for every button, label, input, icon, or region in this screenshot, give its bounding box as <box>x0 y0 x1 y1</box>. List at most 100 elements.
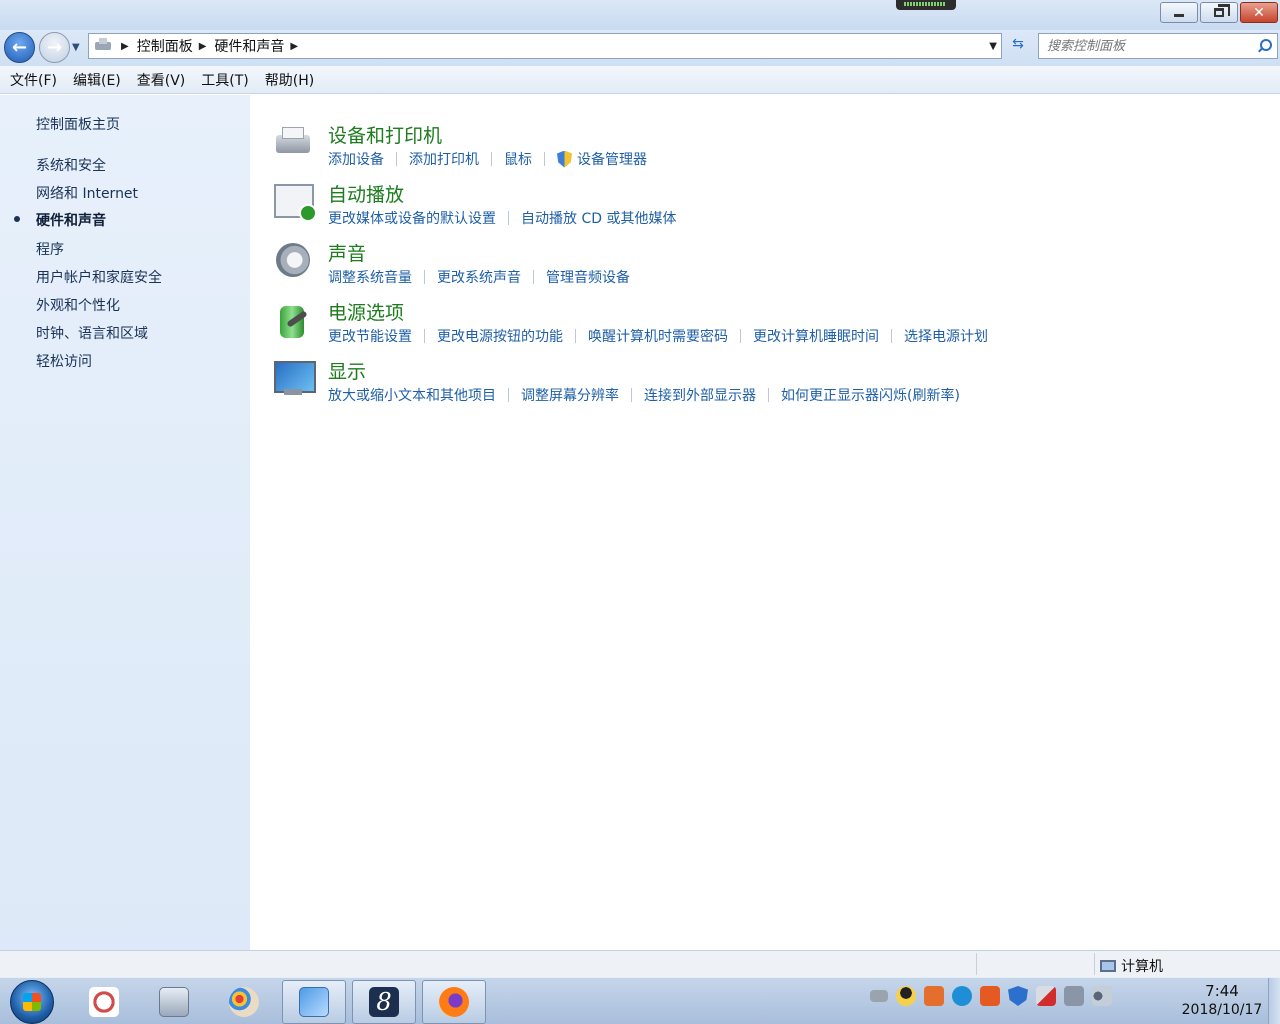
menu-file[interactable]: 文件(F) <box>2 70 65 90</box>
java-icon[interactable] <box>924 986 944 1006</box>
arrow-left-icon: ← <box>11 37 28 58</box>
menu-bar: 文件(F) 编辑(E) 查看(V) 工具(T) 帮助(H) <box>0 66 1280 94</box>
title-bar[interactable]: ✕ <box>0 0 1280 30</box>
search-input[interactable] <box>1047 38 1247 54</box>
recent-pages-dropdown[interactable]: ▼ <box>72 42 80 53</box>
link-divider <box>508 388 509 402</box>
speaker-icon[interactable] <box>272 239 314 281</box>
category-links: 调整系统音量 更改系统声音 管理音频设备 <box>328 267 630 287</box>
link-screen-resolution[interactable]: 调整屏幕分辨率 <box>521 385 619 405</box>
close-button[interactable]: ✕ <box>1240 2 1278 23</box>
breadcrumb-arrow-icon[interactable]: ▶ <box>121 41 129 52</box>
link-manage-audio-devices[interactable]: 管理音频设备 <box>546 267 630 287</box>
scissors-icon <box>89 987 119 1017</box>
sidebar-item-system-security[interactable]: 系统和安全 <box>36 155 106 175</box>
search-icon[interactable] <box>1257 39 1272 53</box>
link-add-printer[interactable]: 添加打印机 <box>409 149 479 169</box>
taskbar-snipping-tool[interactable] <box>72 980 136 1024</box>
status-divider <box>1094 953 1095 975</box>
link-change-sounds[interactable]: 更改系统声音 <box>437 267 521 287</box>
breadcrumb-arrow-icon[interactable]: ▶ <box>290 41 298 52</box>
link-text-size[interactable]: 放大或缩小文本和其他项目 <box>328 385 496 405</box>
category-title[interactable]: 自动播放 <box>328 180 404 207</box>
clock[interactable]: 7:44 2018/10/17 <box>1176 982 1268 1020</box>
taskbar-app-eight[interactable]: 8 <box>352 980 416 1024</box>
search-box[interactable] <box>1038 33 1278 59</box>
status-location-label: 计算机 <box>1121 959 1163 975</box>
clock-date: 2018/10/17 <box>1181 1002 1263 1018</box>
link-refresh-rate[interactable]: 如何更正显示器闪烁(刷新率) <box>781 385 960 405</box>
category-title[interactable]: 显示 <box>328 357 366 384</box>
menu-view[interactable]: 查看(V) <box>129 70 194 90</box>
breadcrumb-control-panel[interactable]: 控制面板 <box>137 36 193 56</box>
sidebar-item-home[interactable]: 控制面板主页 <box>36 114 120 134</box>
back-button[interactable]: ← <box>4 32 35 63</box>
link-power-button[interactable]: 更改电源按钮的功能 <box>437 326 563 346</box>
restore-button[interactable] <box>1200 2 1238 23</box>
keyboard-icon[interactable] <box>870 990 888 1002</box>
show-desktop-button[interactable] <box>1268 978 1280 1024</box>
link-divider <box>424 270 425 284</box>
caption-buttons: ✕ <box>1160 2 1278 23</box>
link-change-media-defaults[interactable]: 更改媒体或设备的默认设置 <box>328 208 496 228</box>
control-panel-icon <box>93 38 115 54</box>
link-wake-password[interactable]: 唤醒计算机时需要密码 <box>588 326 728 346</box>
sidebar-item-appearance[interactable]: 外观和个性化 <box>36 295 120 315</box>
refresh-button[interactable]: ⇆ <box>1006 36 1030 56</box>
xmind-icon[interactable] <box>980 986 1000 1006</box>
battery-icon[interactable] <box>272 298 314 340</box>
sidebar-item-clock-region[interactable]: 时钟、语言和区域 <box>36 323 148 343</box>
link-divider <box>491 152 492 166</box>
security-shield-icon[interactable] <box>1008 986 1028 1006</box>
system-tray <box>870 986 1112 1006</box>
teamviewer-icon[interactable] <box>952 986 972 1006</box>
link-adjust-volume[interactable]: 调整系统音量 <box>328 267 412 287</box>
taskbar-paint[interactable] <box>212 980 276 1024</box>
category-title[interactable]: 电源选项 <box>328 298 404 325</box>
link-divider <box>891 329 892 343</box>
link-device-manager[interactable]: 设备管理器 <box>577 149 647 169</box>
taskbar-calculator[interactable] <box>142 980 206 1024</box>
link-mouse[interactable]: 鼠标 <box>504 149 532 169</box>
computer-icon <box>1100 960 1116 972</box>
printer-icon[interactable] <box>272 121 314 163</box>
forward-button[interactable]: → <box>39 32 70 63</box>
link-divider <box>533 270 534 284</box>
link-divider <box>508 211 509 225</box>
category-title[interactable]: 声音 <box>328 239 366 266</box>
sidebar-item-programs[interactable]: 程序 <box>36 239 64 259</box>
eight-app-icon: 8 <box>369 987 399 1017</box>
category-title[interactable]: 设备和打印机 <box>328 121 442 148</box>
address-dropdown-icon[interactable]: ▼ <box>989 41 997 52</box>
sidebar-item-hardware-sound[interactable]: 硬件和声音 <box>36 210 106 230</box>
link-power-saving[interactable]: 更改节能设置 <box>328 326 412 346</box>
link-divider <box>544 152 545 166</box>
taskbar-control-panel[interactable] <box>282 980 346 1024</box>
menu-edit[interactable]: 编辑(E) <box>65 70 129 90</box>
link-add-device[interactable]: 添加设备 <box>328 149 384 169</box>
volume-icon[interactable] <box>1092 986 1112 1006</box>
link-sleep-time[interactable]: 更改计算机睡眠时间 <box>753 326 879 346</box>
autoplay-icon[interactable] <box>272 180 317 222</box>
sidebar-item-network[interactable]: 网络和 Internet <box>36 183 138 203</box>
breadcrumb-hardware-sound[interactable]: 硬件和声音 <box>214 36 284 56</box>
start-button[interactable] <box>10 980 54 1024</box>
menu-help[interactable]: 帮助(H) <box>257 70 322 90</box>
network-icon[interactable] <box>1064 986 1084 1006</box>
link-autoplay-cd[interactable]: 自动播放 CD 或其他媒体 <box>521 208 676 228</box>
category-links: 添加设备 添加打印机 鼠标 设备管理器 <box>328 149 647 169</box>
qq-penguin-icon[interactable] <box>896 986 916 1006</box>
address-bar[interactable]: ▶ 控制面板 ▶ 硬件和声音 ▶ ▼ <box>88 33 1002 59</box>
status-bar: 计算机 <box>0 950 1280 977</box>
sidebar-item-user-accounts[interactable]: 用户帐户和家庭安全 <box>36 267 162 287</box>
minimize-button[interactable] <box>1160 2 1198 23</box>
link-external-display[interactable]: 连接到外部显示器 <box>644 385 756 405</box>
taskbar-firefox[interactable] <box>422 980 486 1024</box>
category-links: 更改媒体或设备的默认设置 自动播放 CD 或其他媒体 <box>328 208 676 228</box>
breadcrumb-arrow-icon[interactable]: ▶ <box>199 41 207 52</box>
action-center-flag-icon[interactable] <box>1036 986 1056 1006</box>
monitor-icon[interactable] <box>272 357 316 399</box>
menu-tools[interactable]: 工具(T) <box>193 70 256 90</box>
sidebar-item-ease-of-access[interactable]: 轻松访问 <box>36 351 92 371</box>
link-power-plan[interactable]: 选择电源计划 <box>904 326 988 346</box>
